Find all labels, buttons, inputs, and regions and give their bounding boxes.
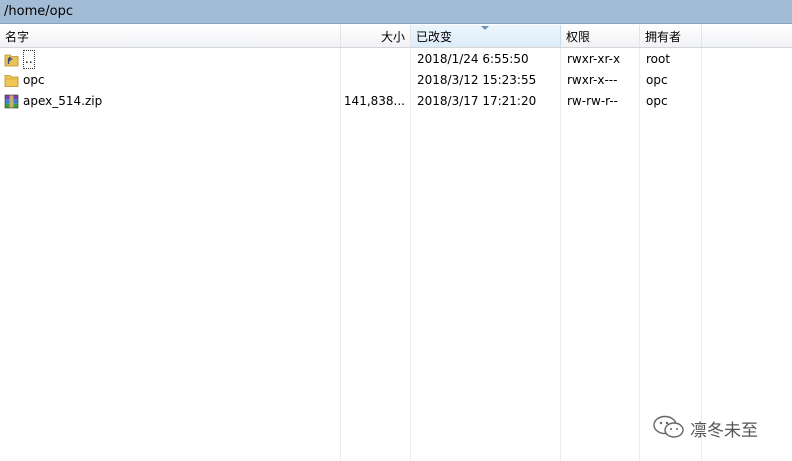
wechat-icon (653, 415, 684, 438)
file-owner: opc (646, 73, 668, 87)
file-name: apex_514.zip (23, 94, 103, 108)
file-owner: root (646, 52, 671, 66)
file-modified: 2018/3/17 17:21:20 (417, 94, 537, 108)
file-permissions: rwxr-xr-x (567, 52, 621, 66)
file-row[interactable]: .. 2018/1/24 6:55:50 rwxr-xr-x root (0, 49, 792, 70)
file-modified: 2018/1/24 6:55:50 (417, 52, 529, 66)
file-row[interactable]: opc 2018/3/12 15:23:55 rwxr-x--- opc (0, 70, 792, 91)
file-permissions: rw-rw-r-- (567, 94, 618, 108)
file-size (341, 49, 405, 70)
path-bar[interactable]: /home/opc (0, 0, 792, 24)
file-permissions: rwxr-x--- (567, 73, 618, 87)
file-size: 141,838... (343, 94, 405, 108)
column-header: 名字 大小 已改变 权限 拥有者 (0, 25, 792, 48)
file-row[interactable]: apex_514.zip 141,838... 2018/3/17 17:21:… (0, 91, 792, 112)
file-size (341, 70, 405, 91)
watermark-text: 凛冬未至 (690, 421, 758, 441)
current-path: /home/opc (4, 4, 73, 19)
column-size[interactable]: 大小 (341, 25, 411, 47)
column-name[interactable]: 名字 (0, 25, 341, 47)
folder-icon (4, 75, 19, 87)
column-permissions[interactable]: 权限 (561, 25, 640, 47)
watermark: 凛冬未至 (652, 414, 758, 441)
file-name: .. (23, 50, 35, 69)
parent-folder-icon (4, 54, 19, 67)
column-owner[interactable]: 拥有者 (640, 25, 702, 47)
zip-archive-icon (4, 94, 19, 109)
file-owner: opc (646, 94, 668, 108)
sort-descending-icon (481, 26, 489, 30)
file-name: opc (23, 73, 45, 87)
file-modified: 2018/3/12 15:23:55 (417, 73, 537, 87)
